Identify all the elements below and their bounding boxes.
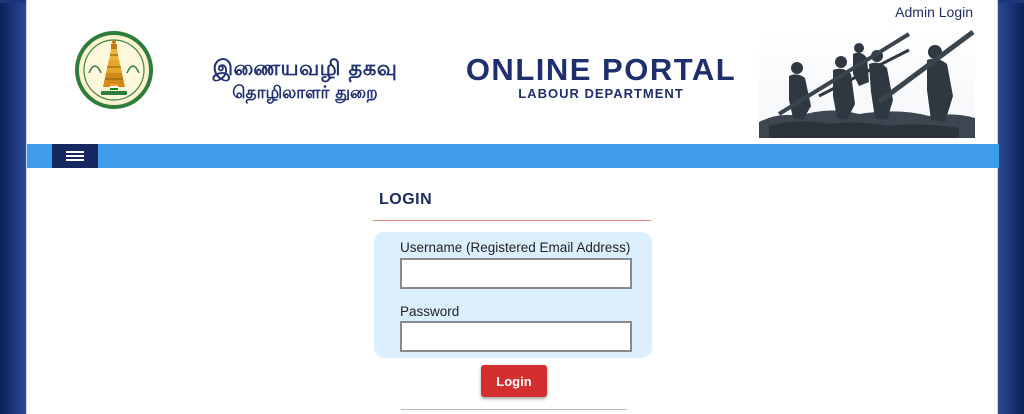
login-heading: LOGIN [379,191,433,208]
password-input[interactable] [400,321,632,352]
login-button[interactable]: Login [481,365,547,397]
password-label: Password [400,304,460,319]
labour-statue-image [759,26,975,138]
page-container: Admin Login இணையவழி தகவு தொழிலாளர் துறை … [26,0,999,414]
tamil-portal-title: இணையவழி தகவு [212,56,398,80]
admin-login-link[interactable]: Admin Login [895,4,973,20]
username-input[interactable] [400,258,632,289]
tamil-nadu-emblem-icon [75,31,153,109]
tamil-department-title: தொழிலாளர் துறை [232,83,378,103]
heading-divider [373,220,651,221]
portal-title: ONLINE PORTAL [465,52,737,87]
hamburger-menu-icon [66,151,84,153]
username-label: Username (Registered Email Address) [400,240,631,255]
portal-subtitle: LABOUR DEPARTMENT [518,86,684,101]
navbar [27,144,999,168]
hamburger-menu-button[interactable] [52,144,98,168]
bottom-divider [401,409,627,410]
login-form: Username (Registered Email Address) Pass… [374,232,652,358]
